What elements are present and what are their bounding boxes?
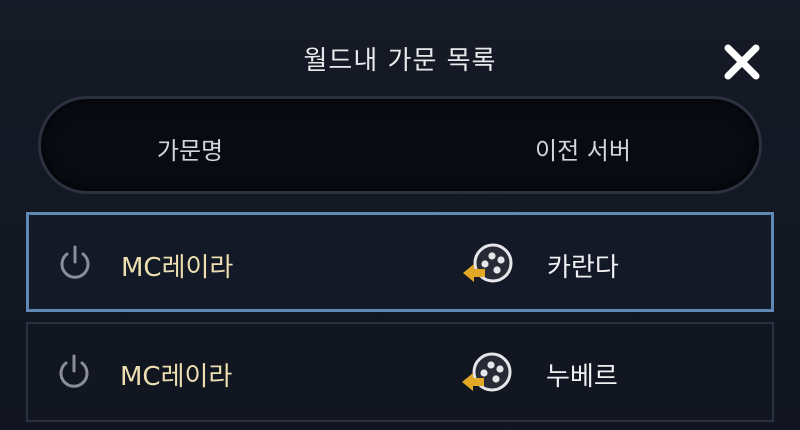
previous-server-name: 카란다 (547, 253, 619, 283)
server-transfer-icon (463, 243, 513, 283)
dialog-title: 월드내 가문 목록 (303, 46, 497, 76)
close-button[interactable] (716, 36, 768, 88)
server-transfer-icon (462, 352, 512, 392)
guild-name: MC레이라 (120, 362, 233, 392)
guild-row[interactable]: MC레이라 누베르 (26, 322, 774, 422)
guild-name: MC레이라 (121, 253, 234, 283)
previous-server-name: 누베르 (546, 362, 618, 392)
column-header-guild-name: 가문명 (156, 137, 224, 165)
guild-row[interactable]: MC레이라 카란다 (26, 212, 774, 312)
guild-list-dialog: 월드내 가문 목록 가문명 이전 서버 MC레이라 카란다 MC레이라 누베르 (0, 0, 800, 430)
column-header-bar (38, 96, 762, 194)
power-icon (60, 245, 90, 279)
close-icon (724, 44, 760, 80)
power-icon (59, 354, 89, 388)
column-header-previous-server: 이전 서버 (535, 137, 631, 165)
